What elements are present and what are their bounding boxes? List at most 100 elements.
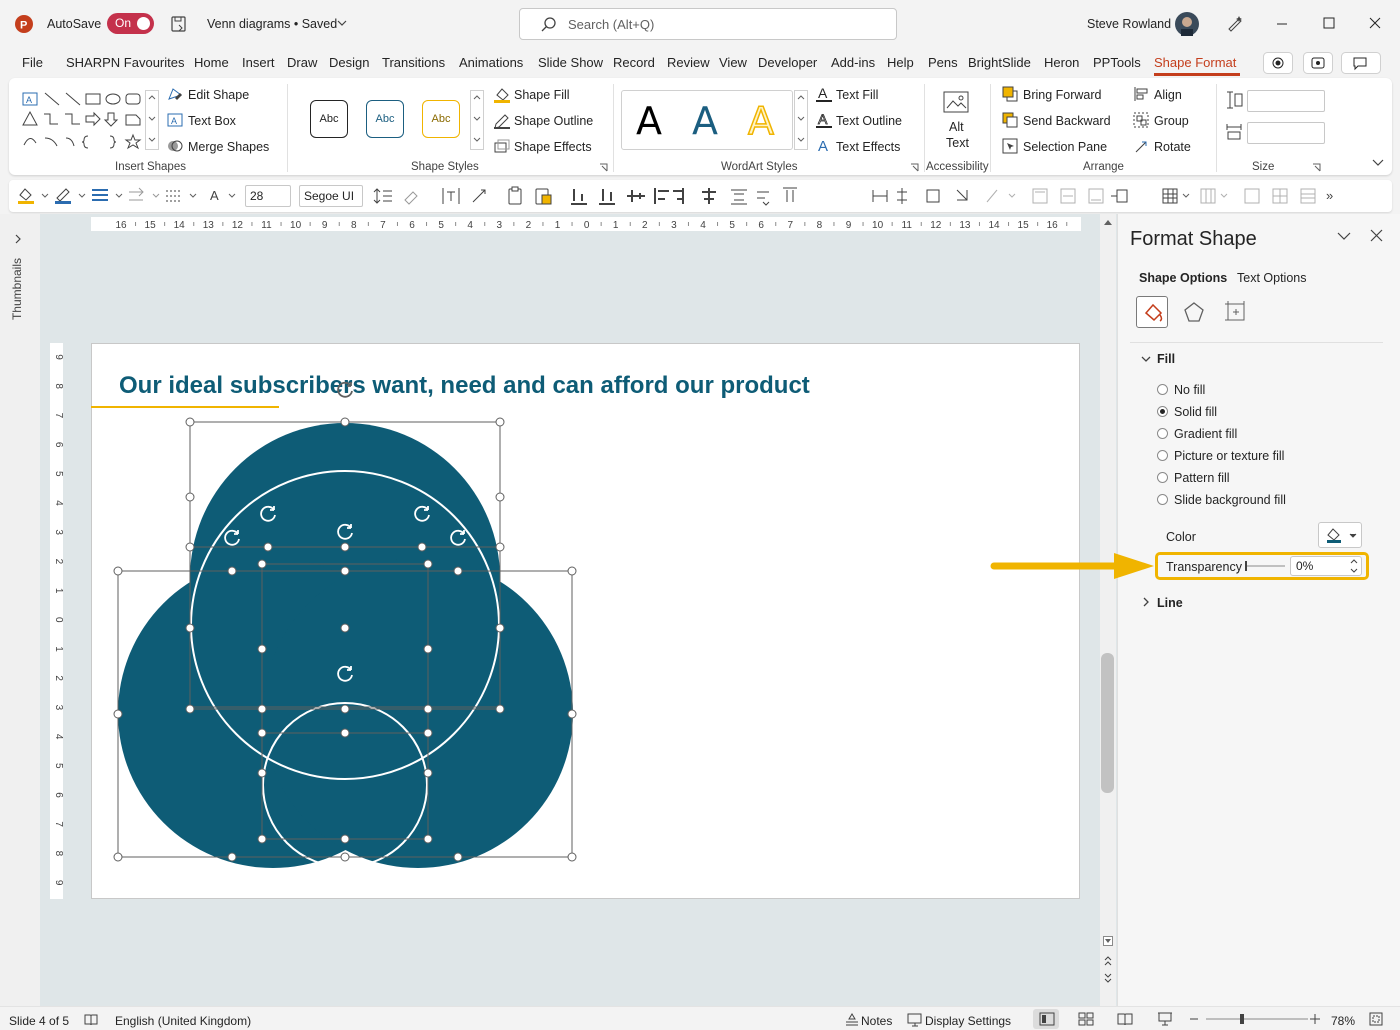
resize-handle[interactable] xyxy=(453,566,463,576)
shapes-gallery[interactable]: A xyxy=(20,90,160,152)
tab-help[interactable]: Help xyxy=(887,55,914,70)
paste-special-icon[interactable] xyxy=(533,186,553,206)
wordart-scroll-icon[interactable] xyxy=(794,90,808,150)
arrow-style-icon[interactable] xyxy=(128,186,160,206)
height-input[interactable] xyxy=(1247,90,1325,112)
comments-icon[interactable] xyxy=(1341,52,1381,74)
rotate-text-icon[interactable] xyxy=(469,186,489,206)
resize-handle[interactable] xyxy=(567,852,577,862)
dialog-launcher-icon[interactable] xyxy=(599,163,608,172)
spinner-icon[interactable] xyxy=(1349,557,1359,575)
edit-shape-button[interactable]: Edit Shape xyxy=(188,88,249,102)
tab-pens[interactable]: Pens xyxy=(928,55,958,70)
resize-handle[interactable] xyxy=(423,728,433,738)
resize-handle[interactable] xyxy=(113,566,123,576)
thumbnails-label[interactable]: Thumbnails xyxy=(10,258,24,320)
resize-handle[interactable] xyxy=(495,417,505,427)
wordart-gallery[interactable]: A A A xyxy=(621,90,793,150)
resize-handle[interactable] xyxy=(340,704,350,714)
maximize-icon[interactable] xyxy=(1323,17,1335,29)
bring-forward-button[interactable]: Bring Forward xyxy=(1023,88,1102,102)
tab-insert[interactable]: Insert xyxy=(242,55,275,70)
tab-view[interactable]: View xyxy=(719,55,747,70)
tab-transitions[interactable]: Transitions xyxy=(382,55,445,70)
accessibility-check-icon[interactable] xyxy=(83,1012,99,1028)
tab-add-ins[interactable]: Add-ins xyxy=(831,55,875,70)
resize-handle[interactable] xyxy=(423,704,433,714)
width-input[interactable] xyxy=(1247,122,1325,144)
text-effects-button[interactable]: Text Effects xyxy=(836,140,900,154)
format-painter-icon[interactable] xyxy=(402,186,422,206)
slide-background-fill-label[interactable]: Slide background fill xyxy=(1174,493,1286,507)
line-spacing-icon[interactable] xyxy=(373,186,393,206)
resize-handle[interactable] xyxy=(453,852,463,862)
zoom-level[interactable]: 78% xyxy=(1331,1014,1355,1028)
tab-heron[interactable]: Heron xyxy=(1044,55,1079,70)
tab-home[interactable]: Home xyxy=(194,55,229,70)
line-section-header[interactable]: Line xyxy=(1157,596,1183,610)
text-align-icons[interactable] xyxy=(1031,186,1131,206)
paste-icon[interactable] xyxy=(505,186,525,206)
camera-icon[interactable] xyxy=(1303,52,1333,74)
venn-diagram[interactable] xyxy=(91,343,1080,899)
resize-handle[interactable] xyxy=(340,566,350,576)
resize-handle[interactable] xyxy=(340,834,350,844)
font-size-select[interactable]: 28 xyxy=(245,185,291,207)
resize-handle[interactable] xyxy=(227,566,237,576)
fill-section-header[interactable]: Fill xyxy=(1157,352,1175,366)
font-name-select[interactable]: Segoe UI xyxy=(299,185,363,207)
no-fill-label[interactable]: No fill xyxy=(1174,383,1205,397)
document-title[interactable]: Venn diagrams • Saved xyxy=(207,17,337,31)
resize-handle[interactable] xyxy=(185,542,195,552)
styles-scroll-icon[interactable] xyxy=(470,90,484,150)
tab-design[interactable]: Design xyxy=(329,55,369,70)
resize-icons[interactable] xyxy=(871,186,1021,206)
close-pane-icon[interactable] xyxy=(1370,229,1383,242)
autosave-toggle[interactable]: On xyxy=(107,13,154,34)
resize-handle[interactable] xyxy=(495,623,505,633)
rotation-handle[interactable] xyxy=(337,381,353,398)
shape-fill-button[interactable]: Shape Fill xyxy=(514,88,570,102)
alt-text-icon[interactable] xyxy=(942,88,972,118)
resize-handle[interactable] xyxy=(423,768,433,778)
gradient-fill-label[interactable]: Gradient fill xyxy=(1174,427,1237,441)
close-window-icon[interactable] xyxy=(1369,17,1381,29)
solid-fill-label[interactable]: Solid fill xyxy=(1174,405,1217,419)
resize-handle[interactable] xyxy=(340,852,350,862)
resize-handle[interactable] xyxy=(113,852,123,862)
resize-handle[interactable] xyxy=(263,542,273,552)
search-box[interactable]: Search (Alt+Q) xyxy=(519,8,897,40)
effects-pentagon-icon[interactable] xyxy=(1182,300,1206,324)
line-weight-icon[interactable] xyxy=(91,186,123,206)
alt-text-label-1[interactable]: Alt xyxy=(949,120,964,134)
selection-pane-button[interactable]: Selection Pane xyxy=(1023,140,1107,154)
chevron-right-icon[interactable] xyxy=(13,234,23,244)
user-name[interactable]: Steve Rowland xyxy=(1087,17,1171,31)
notes-icon[interactable] xyxy=(844,1012,860,1028)
tab-shape-format[interactable]: Shape Format xyxy=(1154,55,1236,70)
group-button[interactable]: Group xyxy=(1154,114,1189,128)
resize-handle[interactable] xyxy=(495,542,505,552)
line-collapsed-chevron-icon[interactable] xyxy=(1141,597,1151,607)
shape-style-2[interactable]: Abc xyxy=(366,100,404,138)
reading-view-icon[interactable] xyxy=(1117,1012,1133,1026)
resize-handle[interactable] xyxy=(113,709,123,719)
align-distribute-icons[interactable] xyxy=(569,186,869,206)
resize-handle[interactable] xyxy=(340,728,350,738)
language-status[interactable]: English (United Kingdom) xyxy=(115,1014,251,1028)
resize-handle[interactable] xyxy=(185,492,195,502)
shape-style-1[interactable]: Abc xyxy=(310,100,348,138)
wordart-style-2[interactable]: A xyxy=(692,99,718,143)
zoom-slider[interactable] xyxy=(1188,1011,1323,1027)
previous-slide-icon[interactable] xyxy=(1103,954,1113,968)
minimize-icon[interactable] xyxy=(1276,18,1288,30)
resize-handle[interactable] xyxy=(185,704,195,714)
tab-text-options[interactable]: Text Options xyxy=(1237,271,1306,285)
notes-button[interactable]: Notes xyxy=(861,1014,892,1028)
picture-fill-label[interactable]: Picture or texture fill xyxy=(1174,449,1284,463)
tab-shape-options[interactable]: Shape Options xyxy=(1139,271,1227,285)
resize-handle[interactable] xyxy=(185,623,195,633)
fit-slide-icon[interactable] xyxy=(1368,1011,1384,1027)
dialog-launcher-icon[interactable] xyxy=(910,163,919,172)
resize-handle[interactable] xyxy=(340,417,350,427)
